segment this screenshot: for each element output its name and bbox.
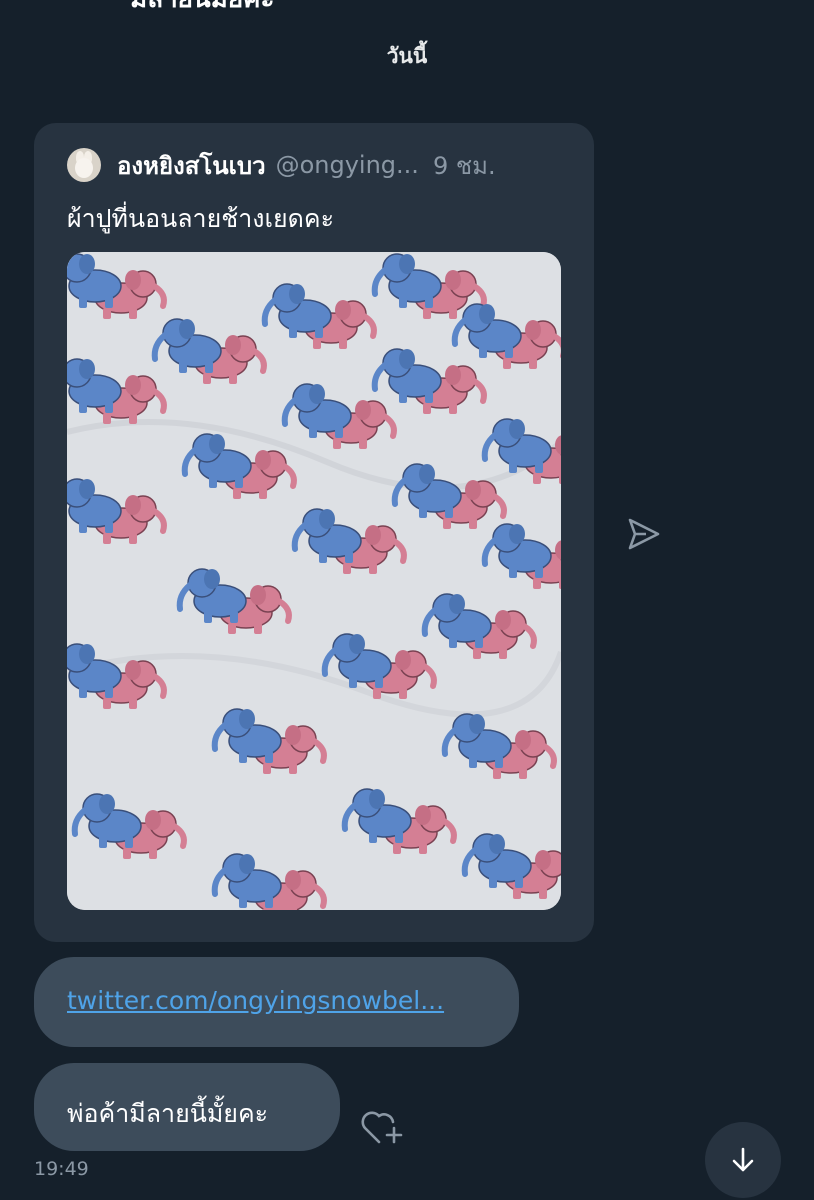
author-name: องหยิงสโนเบว — [117, 151, 266, 180]
link-message-bubble[interactable]: twitter.com/ongyingsnowbel... — [34, 957, 519, 1047]
cut-off-conversation-header: มีลายนี้มั้ยคะ — [130, 0, 690, 8]
quoted-tweet-text: ผ้าปูที่นอนลายช้างเยดคะ — [67, 204, 335, 233]
tweet-media-image[interactable] — [67, 252, 561, 910]
scroll-to-bottom-button[interactable] — [705, 1122, 781, 1198]
date-separator: วันนี้ — [386, 44, 428, 68]
paper-plane-icon[interactable] — [626, 516, 662, 552]
quoted-tweet-header: องหยิงสโนเบว @ongying... 9 ชม. — [67, 145, 587, 185]
message-text: พ่อค้ามีลายนี้มั้ยคะ — [67, 1099, 269, 1128]
tweet-link[interactable]: twitter.com/ongyingsnowbel... — [67, 986, 444, 1015]
bedsheet-photo — [67, 252, 561, 910]
arrow-down-icon — [732, 1147, 754, 1172]
quoted-tweet-card[interactable]: องหยิงสโนเบว @ongying... 9 ชม. ผ้าปูที่น… — [34, 123, 594, 942]
tweet-time: 9 ชม. — [432, 151, 496, 180]
message-timestamp: 19:49 — [34, 1158, 89, 1180]
author-handle: @ongying... — [275, 151, 419, 179]
text-message-bubble[interactable]: พ่อค้ามีลายนี้มั้ยคะ — [34, 1063, 340, 1151]
author-avatar[interactable] — [67, 148, 101, 182]
heart-plus-icon[interactable] — [360, 1108, 406, 1146]
